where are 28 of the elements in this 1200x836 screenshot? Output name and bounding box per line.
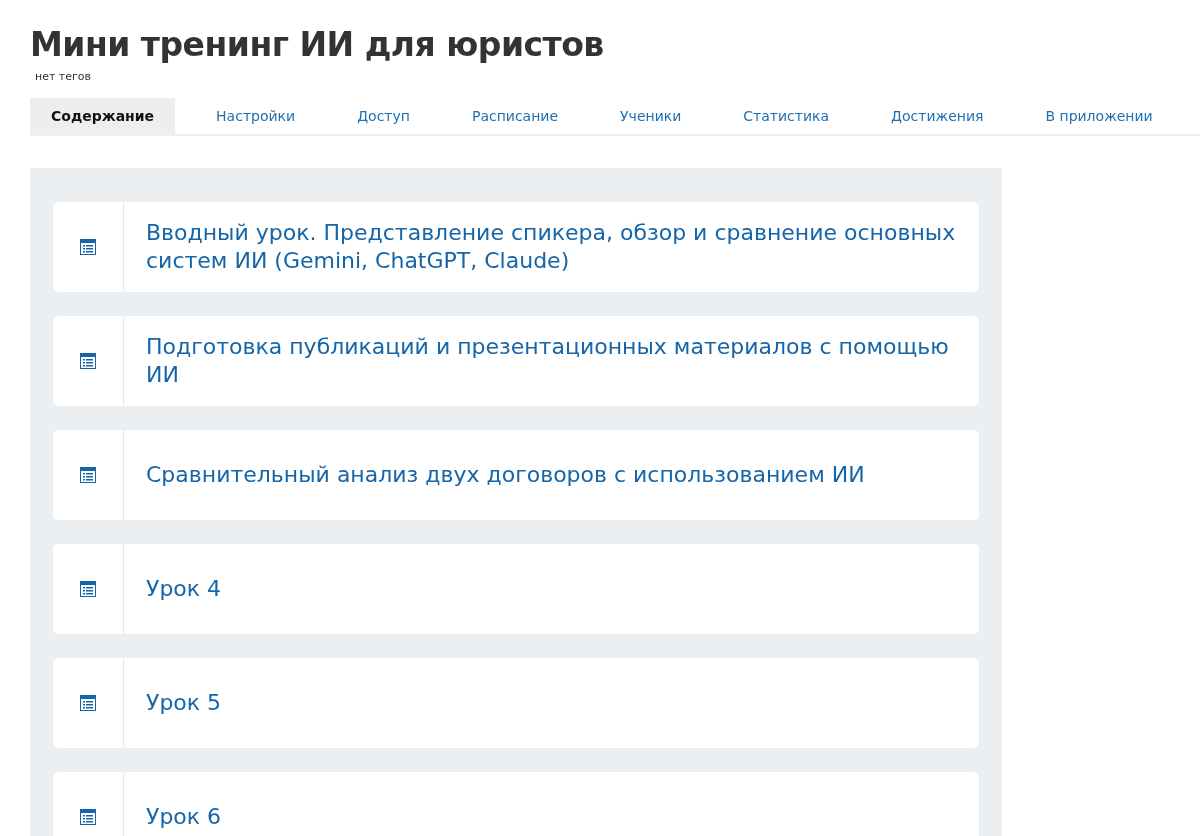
page-title: Мини тренинг ИИ для юристов bbox=[30, 24, 605, 66]
lesson-title[interactable]: Вводный урок. Представление спикера, обзор и сравнение основных систем ИИ (Gemini, ChatGPT, Claude) bbox=[146, 219, 957, 275]
lesson-title[interactable]: Урок 4 bbox=[146, 575, 222, 603]
tab[interactable]: Достижения bbox=[870, 98, 1005, 134]
tab[interactable]: Настройки bbox=[195, 98, 317, 134]
tab[interactable]: В приложении bbox=[1024, 98, 1174, 134]
lesson-title[interactable]: Урок 5 bbox=[146, 689, 222, 717]
list-icon bbox=[80, 353, 96, 369]
lesson-card[interactable]: Вводный урок. Представление спикера, обзор и сравнение основных систем ИИ (Gemini, ChatGPT, Claude) bbox=[53, 202, 979, 292]
list-icon bbox=[80, 581, 96, 597]
lesson-card[interactable]: Урок 6 bbox=[53, 772, 979, 836]
tags-label: нет тегов bbox=[35, 70, 93, 84]
lesson-card[interactable]: Урок 5 bbox=[53, 658, 979, 748]
tab[interactable]: Статистика bbox=[722, 98, 851, 134]
lesson-card[interactable]: Подготовка публикаций и презентационных материалов с помощью ИИ bbox=[53, 316, 979, 406]
lesson-card[interactable]: Сравнительный анализ двух договоров с использованием ИИ bbox=[53, 430, 979, 520]
lesson-title[interactable]: Урок 6 bbox=[146, 803, 222, 831]
lesson-card[interactable]: Урок 4 bbox=[53, 544, 979, 634]
tab[interactable]: Расписание bbox=[450, 98, 580, 134]
list-icon bbox=[80, 809, 96, 825]
lesson-title[interactable]: Сравнительный анализ двух договоров с использованием ИИ bbox=[146, 461, 865, 489]
tab[interactable]: Ученики bbox=[599, 98, 703, 134]
list-icon bbox=[80, 467, 96, 483]
list-icon bbox=[80, 239, 96, 255]
tab[interactable]: Содержание bbox=[30, 98, 176, 134]
list-icon bbox=[80, 695, 96, 711]
lesson-title[interactable]: Подготовка публикаций и презентационных материалов с помощью ИИ bbox=[146, 333, 957, 389]
tab[interactable]: Доступ bbox=[336, 98, 431, 134]
